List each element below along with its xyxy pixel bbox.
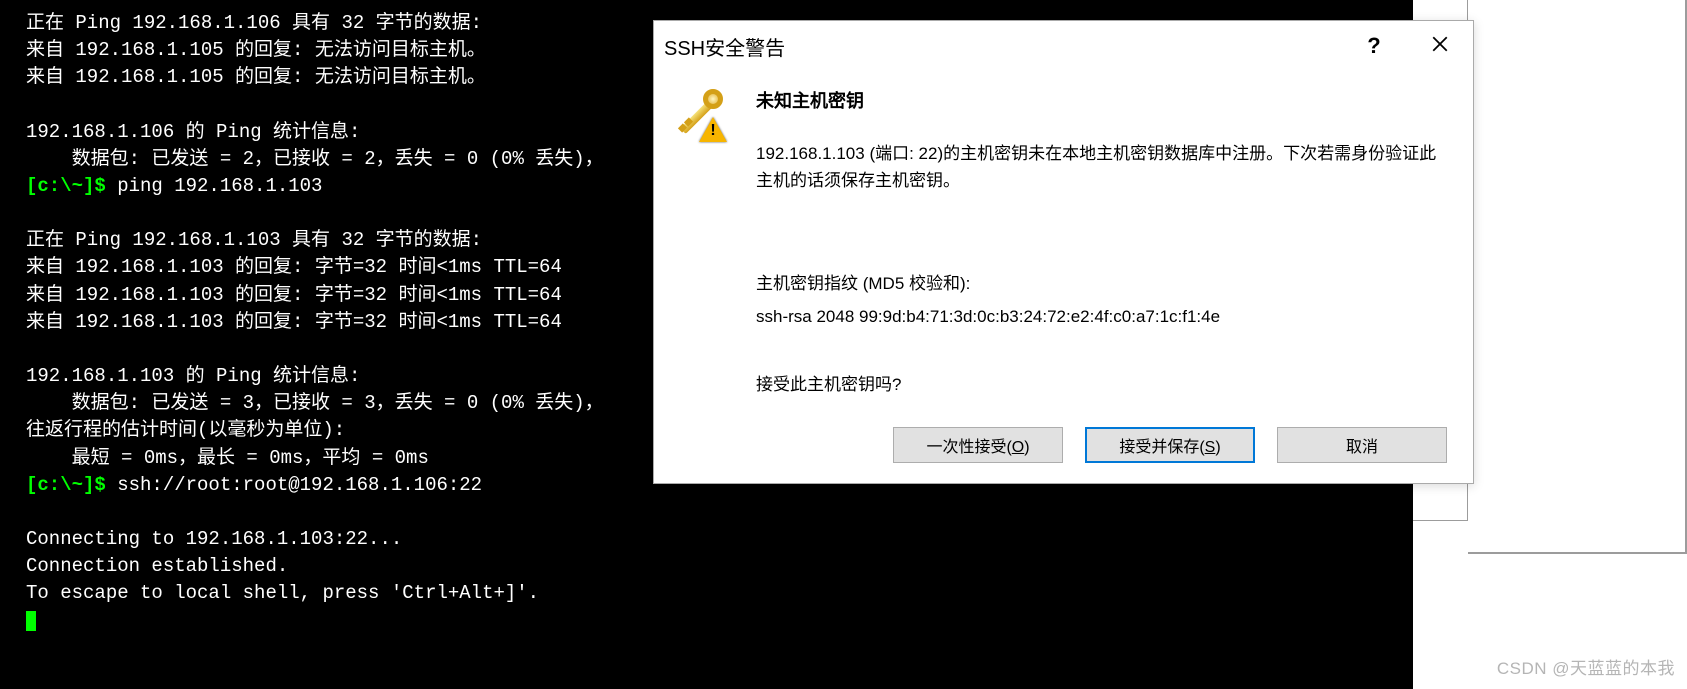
fingerprint-value: ssh-rsa 2048 99:9d:b4:71:3d:0c:b3:24:72:… xyxy=(756,303,1441,330)
dialog-body: 未知主机密钥 192.168.1.103 (端口: 22)的主机密钥未在本地主机… xyxy=(654,73,1473,417)
terminal-line: To escape to local shell, press 'Ctrl+Al… xyxy=(26,580,1387,607)
dialog-footer: 一次性接受(O) 接受并保存(S) 取消 xyxy=(654,417,1473,483)
dialog-heading: 未知主机密钥 xyxy=(756,87,1441,116)
stray-char: Ā xyxy=(4,94,22,114)
dialog-title-text: SSH安全警告 xyxy=(664,32,1351,61)
dialog-question: 接受此主机密钥吗? xyxy=(756,371,1441,398)
close-button[interactable] xyxy=(1417,29,1463,63)
background-panel-2 xyxy=(1468,0,1687,554)
terminal-cursor-line xyxy=(26,607,1387,634)
fingerprint-label: 主机密钥指纹 (MD5 校验和): xyxy=(756,270,1441,297)
watermark-text: CSDN @天蓝蓝的本我 xyxy=(1497,654,1675,679)
dialog-message: 192.168.1.103 (端口: 22)的主机密钥未在本地主机密钥数据库中注… xyxy=(756,140,1441,194)
help-button[interactable]: ? xyxy=(1351,29,1397,63)
cancel-button[interactable]: 取消 xyxy=(1277,427,1447,463)
dialog-icon-column xyxy=(670,87,734,401)
terminal-cursor xyxy=(26,611,36,631)
terminal-line: Connection established. xyxy=(26,553,1387,580)
terminal-line: Connecting to 192.168.1.103:22... xyxy=(26,526,1387,553)
accept-save-button[interactable]: 接受并保存(S) xyxy=(1085,427,1255,463)
close-icon xyxy=(1431,33,1449,59)
accept-once-button[interactable]: 一次性接受(O) xyxy=(893,427,1063,463)
dialog-text-column: 未知主机密钥 192.168.1.103 (端口: 22)的主机密钥未在本地主机… xyxy=(756,87,1441,401)
key-warning-icon xyxy=(673,87,731,145)
dialog-titlebar: SSH安全警告 ? xyxy=(654,21,1473,73)
ssh-warning-dialog: SSH安全警告 ? 未知主机密钥 192.168.1.103 (端口: 22)的… xyxy=(653,20,1474,484)
terminal-line xyxy=(26,499,1387,526)
